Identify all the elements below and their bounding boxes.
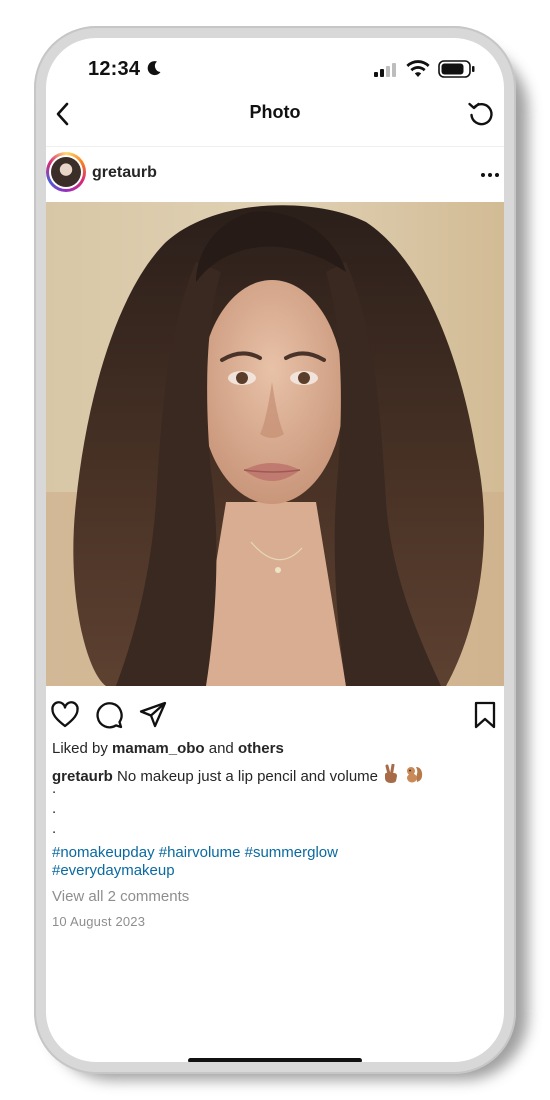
caption-dot: . [52,800,57,817]
hashtags[interactable]: #nomakeupday #hairvolume #summerglow [52,844,338,861]
avatar-image [49,155,83,189]
hashtag[interactable]: #everydaymakeup [52,862,175,879]
more-horizontal-icon[interactable] [480,172,500,178]
liked-by: Liked by mamam_obo and others [52,740,284,757]
caption-username[interactable]: gretaurb [52,768,113,785]
moon-icon [147,61,161,76]
liked-user[interactable]: mamam_obo [112,740,205,757]
avatar[interactable] [46,152,86,192]
caption: gretaurb No makeup just a lip pencil and… [52,764,424,785]
avatar-photo [51,157,81,187]
post-photo[interactable] [46,202,504,686]
refresh-icon[interactable] [466,98,496,128]
post-username[interactable]: gretaurb [92,164,157,182]
caption-dot: . [52,820,57,837]
nav-divider [46,146,504,147]
status-time: 12:34 [88,58,141,80]
heart-icon[interactable] [50,700,80,730]
victory-hand-emoji [385,764,398,783]
post-date: 10 August 2023 [52,914,146,929]
battery-icon [438,60,475,78]
liked-prefix: Liked by [52,740,108,757]
caption-text: No makeup just a lip pencil and volume [117,768,378,785]
cellular-signal-icon [374,63,396,77]
liked-others[interactable]: others [238,740,284,757]
caption-dot: . [52,780,57,797]
wifi-icon [406,60,430,77]
liked-and: and [208,740,234,757]
portrait-image [46,202,504,686]
home-indicator[interactable] [188,1058,362,1062]
page-title: Photo [249,102,301,122]
screen: 12:34 Photo gretaurb Liked by mamam_obo … [46,38,504,1062]
comment-icon[interactable] [94,700,124,730]
squirrel-emoji [407,767,423,783]
bookmark-icon[interactable] [470,700,500,730]
view-comments-link[interactable]: View all 2 comments [52,888,189,905]
phone-frame: 12:34 Photo gretaurb Liked by mamam_obo … [34,26,516,1074]
send-icon[interactable] [138,700,168,730]
